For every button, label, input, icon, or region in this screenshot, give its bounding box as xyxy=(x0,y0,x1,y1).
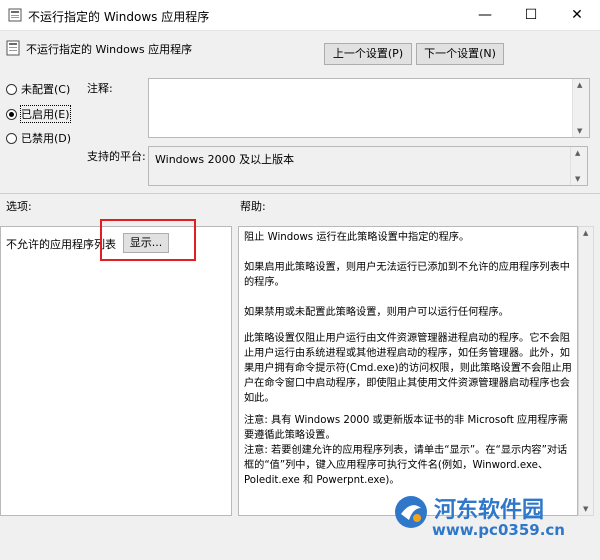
comment-textarea[interactable]: ▲ ▼ xyxy=(148,78,590,138)
previous-setting-button[interactable]: 上一个设置(P) xyxy=(324,43,412,65)
watermark-logo-icon xyxy=(395,496,427,528)
minimize-button[interactable]: — xyxy=(462,0,508,30)
platform-scrollbar[interactable]: ▲ ▼ xyxy=(570,147,587,185)
help-pane: 阻止 Windows 运行在此策略设置中指定的程序。 如果启用此策略设置，则用户… xyxy=(238,226,578,516)
radio-button[interactable] xyxy=(6,83,17,95)
close-button[interactable]: ✕ xyxy=(554,0,600,30)
window-title: 不运行指定的 Windows 应用程序 xyxy=(28,10,210,24)
help-paragraph: 如果禁用或未配置此策略设置，则用户可以运行任何程序。 xyxy=(244,307,509,318)
watermark-name: 河东软件园 xyxy=(434,498,545,523)
platform-label: 支持的平台: xyxy=(87,150,146,163)
watermark-url: www.pc0359.cn xyxy=(432,521,565,539)
radio-label: 已禁用(D) xyxy=(21,132,72,145)
policy-window-icon xyxy=(8,8,22,22)
help-paragraph: 注意: 具有 Windows 2000 或更新版本证书的非 Microsoft … xyxy=(244,415,568,486)
radio-button[interactable] xyxy=(6,108,17,120)
radio-label: 未配置(C) xyxy=(21,83,71,96)
help-paragraph: 如果启用此策略设置，则用户无法运行已添加到不允许的应用程序列表中的程序。 xyxy=(244,262,570,288)
options-pane xyxy=(0,226,232,516)
scroll-up-icon[interactable]: ▲ xyxy=(583,229,588,237)
radio-not-configured[interactable]: 未配置(C) xyxy=(6,81,70,97)
scroll-down-icon[interactable]: ▼ xyxy=(577,127,582,135)
scroll-down-icon[interactable]: ▼ xyxy=(575,175,580,183)
radio-disabled[interactable]: 已禁用(D) xyxy=(6,130,71,146)
comment-label: 注释: xyxy=(87,82,113,95)
maximize-button[interactable]: ☐ xyxy=(508,0,554,30)
help-section-label: 帮助: xyxy=(240,200,266,213)
platform-field: Windows 2000 及以上版本 ▲ ▼ xyxy=(148,146,588,186)
next-setting-button[interactable]: 下一个设置(N) xyxy=(416,43,504,65)
radio-label: 已启用(E) xyxy=(20,105,71,123)
help-paragraph: 此策略设置仅阻止用户运行由文件资源管理器进程启动的程序。它不会阻止用户运行由系统… xyxy=(244,333,572,404)
scroll-up-icon[interactable]: ▲ xyxy=(575,149,580,157)
policy-setting-icon xyxy=(6,40,20,56)
radio-enabled[interactable]: 已启用(E) xyxy=(6,105,71,123)
help-paragraph: 阻止 Windows 运行在此策略设置中指定的程序。 xyxy=(244,232,470,243)
radio-button[interactable] xyxy=(6,132,17,144)
divider xyxy=(0,193,600,194)
highlight-box xyxy=(100,219,196,261)
scroll-down-icon[interactable]: ▼ xyxy=(583,505,588,513)
platform-value: Windows 2000 及以上版本 xyxy=(155,153,295,166)
comment-scrollbar[interactable]: ▲ ▼ xyxy=(572,79,589,137)
policy-title: 不运行指定的 Windows 应用程序 xyxy=(26,43,193,56)
options-section-label: 选项: xyxy=(6,200,32,213)
help-scrollbar[interactable]: ▲ ▼ xyxy=(578,226,594,516)
title-bar: 不运行指定的 Windows 应用程序 — ☐ ✕ xyxy=(0,0,600,31)
scroll-up-icon[interactable]: ▲ xyxy=(577,81,582,89)
